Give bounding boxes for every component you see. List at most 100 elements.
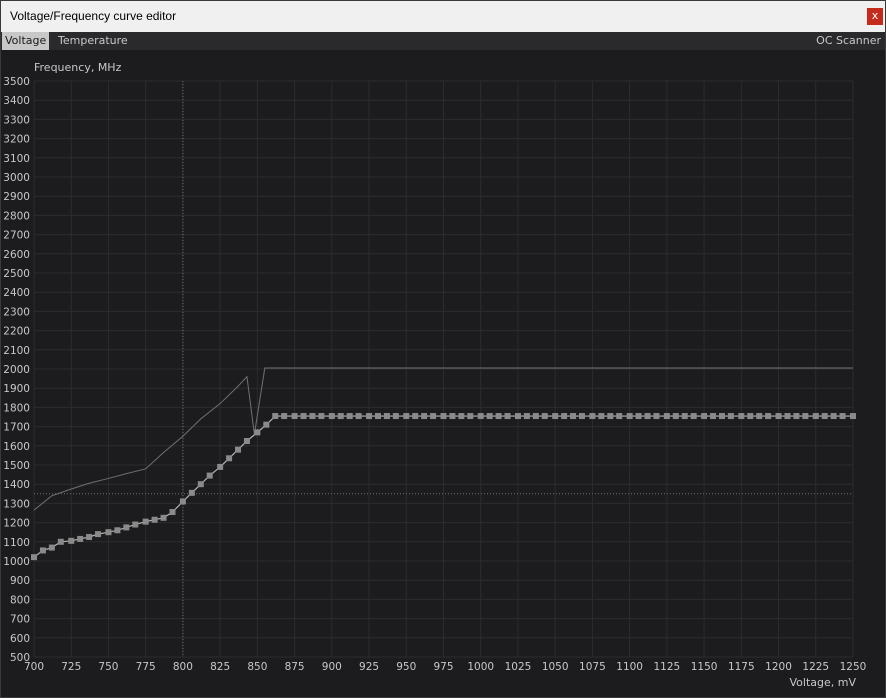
x-tick-label: 975: [433, 661, 453, 673]
vf-curve-point[interactable]: [467, 413, 474, 420]
vf-curve-point[interactable]: [458, 413, 465, 420]
vf-curve-point[interactable]: [449, 413, 456, 420]
vf-curve-point[interactable]: [775, 413, 782, 420]
vf-curve-point[interactable]: [635, 413, 642, 420]
vf-curve-point[interactable]: [68, 537, 75, 544]
x-tick-label: 875: [285, 661, 305, 673]
vf-curve-point[interactable]: [504, 413, 511, 420]
y-tick-label: 2100: [3, 345, 30, 357]
vf-curve-point[interactable]: [188, 489, 195, 496]
vf-curve-point[interactable]: [495, 413, 502, 420]
vf-curve-point[interactable]: [747, 413, 754, 420]
vf-curve-point[interactable]: [374, 413, 381, 420]
vf-curve-point[interactable]: [263, 421, 270, 428]
y-axis-label: Frequency, MHz: [34, 61, 122, 74]
vf-curve-point[interactable]: [541, 413, 548, 420]
vf-curve-point[interactable]: [552, 413, 559, 420]
vf-curve-point[interactable]: [281, 413, 288, 420]
vf-curve-point[interactable]: [839, 413, 846, 420]
vf-curve-point[interactable]: [114, 527, 121, 534]
vf-curve-point[interactable]: [477, 413, 484, 420]
vf-curve-point[interactable]: [421, 413, 428, 420]
vf-curve-point[interactable]: [254, 429, 261, 436]
vf-curve-point[interactable]: [523, 413, 530, 420]
vf-curve-point[interactable]: [105, 529, 112, 536]
vf-curve-point[interactable]: [337, 413, 344, 420]
close-button[interactable]: x: [867, 8, 883, 25]
vf-curve-point[interactable]: [626, 413, 633, 420]
vf-curve-point[interactable]: [346, 413, 353, 420]
vf-curve-point[interactable]: [486, 413, 493, 420]
tab-temperature[interactable]: Temperature: [55, 32, 131, 50]
vf-curve-point[interactable]: [392, 413, 399, 420]
vf-curve-point[interactable]: [86, 534, 93, 540]
vf-curve-point[interactable]: [589, 413, 596, 420]
vf-curve-point[interactable]: [77, 535, 84, 542]
title-bar[interactable]: Voltage/Frequency curve editor x: [1, 1, 885, 33]
vf-curve-point[interactable]: [663, 413, 670, 420]
vf-curve-point[interactable]: [142, 518, 149, 525]
vf-curve-point[interactable]: [309, 413, 316, 420]
vf-curve-point[interactable]: [607, 413, 614, 420]
vf-curve-point[interactable]: [738, 413, 745, 420]
vf-curve-point[interactable]: [132, 521, 139, 528]
vf-curve-chart[interactable]: 5006007008009001000110012001300140015001…: [1, 50, 885, 697]
vf-curve-point[interactable]: [532, 413, 539, 420]
vf-curve-point[interactable]: [31, 554, 37, 561]
vf-curve-point[interactable]: [570, 413, 577, 420]
vf-curve-point[interactable]: [197, 481, 204, 488]
vf-curve-point[interactable]: [765, 413, 772, 420]
vf-curve-point[interactable]: [217, 463, 224, 470]
vf-curve-point[interactable]: [430, 413, 437, 420]
oc-scanner-button[interactable]: OC Scanner: [813, 32, 884, 50]
vf-curve-point[interactable]: [272, 413, 279, 420]
vf-curve-point[interactable]: [690, 413, 697, 420]
tab-voltage[interactable]: Voltage: [2, 32, 50, 50]
vf-curve-point[interactable]: [727, 413, 734, 420]
vf-curve-point[interactable]: [123, 524, 130, 531]
vf-curve-point[interactable]: [756, 413, 763, 420]
vf-curve-point[interactable]: [403, 413, 410, 420]
vf-curve-point[interactable]: [179, 498, 186, 505]
vf-curve-point[interactable]: [48, 544, 55, 551]
y-tick-label: 2500: [3, 268, 30, 280]
vf-curve-point[interactable]: [328, 413, 335, 420]
vf-curve-point[interactable]: [802, 413, 809, 420]
vf-curve-point[interactable]: [812, 413, 819, 420]
vf-curve-point[interactable]: [830, 413, 837, 420]
vf-curve-point[interactable]: [160, 514, 167, 521]
vf-curve-point[interactable]: [383, 413, 390, 420]
vf-curve-point[interactable]: [291, 413, 298, 420]
vf-curve-point[interactable]: [821, 413, 828, 420]
vf-curve-point[interactable]: [784, 413, 791, 420]
vf-curve-point[interactable]: [206, 472, 213, 479]
vf-curve-point[interactable]: [440, 413, 447, 420]
vf-curve-point[interactable]: [701, 413, 708, 420]
vf-curve-point[interactable]: [235, 446, 242, 453]
vf-curve-point[interactable]: [850, 413, 856, 420]
vf-curve-point[interactable]: [95, 531, 102, 538]
vf-curve-point[interactable]: [653, 413, 660, 420]
vf-curve-point[interactable]: [226, 455, 233, 462]
vf-curve-point[interactable]: [169, 509, 176, 516]
vf-curve-point[interactable]: [300, 413, 307, 420]
vf-curve-point[interactable]: [151, 516, 158, 523]
vf-curve-point[interactable]: [793, 413, 800, 420]
vf-curve-point[interactable]: [412, 413, 419, 420]
vf-curve-point[interactable]: [561, 413, 568, 420]
vf-curve-point[interactable]: [616, 413, 623, 420]
vf-curve-point[interactable]: [710, 413, 717, 420]
vf-curve-point[interactable]: [598, 413, 605, 420]
vf-curve-point[interactable]: [318, 413, 325, 420]
vf-curve-point[interactable]: [681, 413, 688, 420]
vf-curve-point[interactable]: [718, 413, 725, 420]
vf-curve-point[interactable]: [366, 413, 373, 420]
vf-curve-point[interactable]: [578, 413, 585, 420]
vf-curve-point[interactable]: [514, 413, 521, 420]
vf-curve-point[interactable]: [243, 438, 250, 444]
vf-curve-point[interactable]: [672, 413, 679, 420]
vf-curve-point[interactable]: [57, 538, 64, 545]
vf-curve-point[interactable]: [355, 413, 362, 420]
vf-curve-point[interactable]: [39, 547, 46, 554]
vf-curve-point[interactable]: [644, 413, 651, 420]
